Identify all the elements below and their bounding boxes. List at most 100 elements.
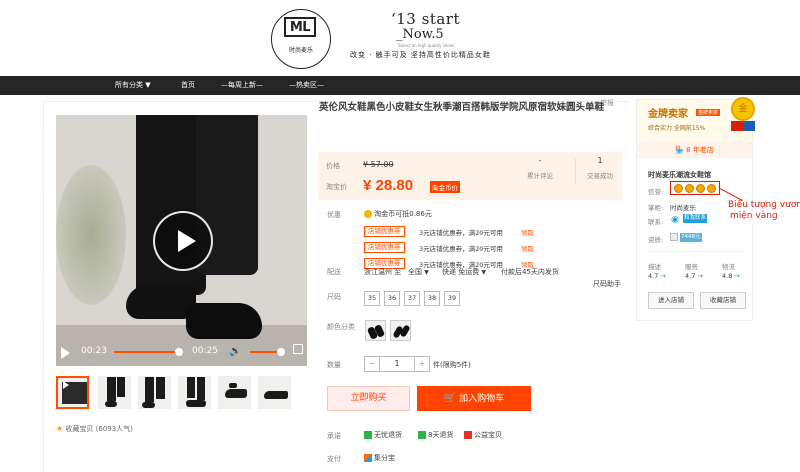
thumbnail-image[interactable] [178,376,211,409]
coupon-claim-link[interactable]: 领取 [521,227,534,237]
shop-age-label: 8 年老店 [686,146,714,154]
contact-seller-button[interactable]: 和我联系 [683,214,708,223]
crown-rating[interactable] [670,181,720,195]
coin-offer-text: 淘金币可抵0.86元 [374,210,432,218]
gold-medal-icon: 金 [731,97,755,121]
thumbnail-image[interactable] [258,376,291,409]
seller-divider [648,251,743,252]
payment-item[interactable]: 集分宝 [364,453,395,463]
guarantee-item[interactable]: 8天退货 [418,430,453,440]
quantity-input[interactable]: 1 [379,356,415,372]
thumbnail-video[interactable] [56,376,89,409]
price-box: 价格 ¥ 57.00 淘宝价 ¥ 28.80 淘金币价 - 累计评论 1 交易成… [318,152,622,200]
size-option[interactable]: 37 [404,291,420,306]
keeper-label: 掌柜: [648,204,664,212]
contact-label: 联系: [648,218,664,226]
nav-hot-sale[interactable]: —热卖区— [289,76,324,95]
qualification-deposit[interactable]: 7448元 [680,233,702,242]
favorite-label: 收藏宝贝 (6093人气) [65,425,133,433]
size-option[interactable]: 36 [384,291,400,306]
annotation-line1: Biểu tượng vương [728,200,800,210]
delivery-time: 付款后45天内发货 [501,268,559,276]
video-current-time: 00:23 [81,346,107,356]
guarantee-item-label: 无忧退货 [374,431,402,439]
worry-free-return-icon [364,431,372,439]
logo-subtitle: 时尚麦乐 [288,47,313,54]
qualification-label: 资质: [648,236,664,244]
guarantee-item-label: 公益宝贝 [474,431,502,439]
nav-weekly-new[interactable]: —每周上新— [221,76,263,95]
crown-icon [674,184,683,193]
gold-seller-tag: 金牌卖家 [696,109,721,116]
thumbnail-image[interactable] [138,376,171,409]
annotation-label: Biểu tượng vương miện vàng [728,200,800,222]
size-option[interactable]: 38 [424,291,440,306]
shipping-select[interactable]: 快递 免运费 ▼ [442,267,486,277]
crown-icon [685,184,694,193]
nav-home[interactable]: 首页 [181,76,195,95]
play-icon[interactable] [61,347,70,359]
video-shoe-right [186,303,262,339]
price-tag-badge: 淘金币价 [430,181,460,193]
color-option[interactable] [390,320,411,341]
arrow-right-icon: → [660,272,666,280]
video-progress-bar[interactable] [114,351,179,353]
shop-nav-bar: 所有分类 ▼ 首页 —每周上新— —热卖区— [0,76,800,95]
enter-shop-button[interactable]: 进入店铺 [648,292,694,309]
score-logistics-number: 4.8 [722,272,733,280]
caret-down-icon: ▼ [145,81,151,89]
coupon-text: 3元店铺优惠券，满20元可用 [419,229,503,237]
score-desc-value: 4.7 → [648,272,666,280]
guarantee-item[interactable]: 公益宝贝 [464,430,502,440]
sales-label: 交易成功 [587,172,613,180]
shop-name[interactable]: 时尚麦乐潮流女鞋馆 [648,170,711,180]
size-option[interactable]: 39 [444,291,460,306]
caret-down-icon: ▼ [424,269,429,276]
video-progress-knob[interactable] [175,348,183,356]
favorite-shop-button[interactable]: 收藏店铺 [700,292,746,309]
shop-age-badge: 🏪 8 年老店 [637,142,752,158]
volume-slider[interactable] [250,351,280,353]
banner-slogan-en: Select an high quality shoes [398,43,455,48]
gold-seller-title: 金牌卖家 [648,109,688,120]
score-service-label: 服务 [685,263,698,271]
keeper-value[interactable]: 时尚麦乐 [670,202,696,212]
thumbnail-image[interactable] [98,376,131,409]
reviews-label[interactable]: 累计评论 [520,170,560,180]
video-play-icon[interactable] [153,211,213,271]
coupon-text: 3元店铺优惠券，满20元可用 [419,245,503,253]
size-guide-link[interactable]: 尺码助手 [593,279,621,289]
favorite-item[interactable]: ★ 收藏宝贝 (6093人气) [56,424,133,434]
id-card-icon [670,233,678,241]
add-to-cart-button[interactable]: 🛒 加入购物车 [417,386,531,411]
color-option[interactable] [365,320,386,341]
shop-icon: 🏪 [675,146,684,154]
stats-divider [575,158,576,184]
volume-icon[interactable]: 🔈 [229,346,241,357]
current-price: ¥ 28.80 [363,177,414,194]
score-desc-label: 描述 [648,263,661,271]
size-option[interactable]: 35 [364,291,380,306]
thumbnail-image[interactable] [218,376,251,409]
banner-slogan-line2: _Now.5 [396,27,444,42]
quantity-increase-button[interactable]: + [414,356,430,372]
guarantee-item[interactable]: 无忧退货 [364,430,402,440]
payment-label: 支付 [327,455,341,463]
coupon-claim-link[interactable]: 领取 [521,243,534,253]
volume-knob[interactable] [277,348,285,356]
delivery-destination-select[interactable]: 全国 ▼ [408,267,429,277]
score-logistics-label: 物流 [722,263,735,271]
nav-all-categories[interactable]: 所有分类 ▼ [115,76,151,95]
star-icon: ★ [56,424,64,433]
quantity-unit: 件(限购5件) [433,361,471,369]
price-label: 价格 [326,162,340,170]
arrow-right-icon: → [734,272,740,280]
quantity-decrease-button[interactable]: − [364,356,380,372]
crown-icon [696,184,705,193]
return-8day-icon [418,431,426,439]
medal-ribbon-icon [731,121,755,131]
buy-now-button[interactable]: 立即购买 [327,386,410,411]
coin-icon [364,210,372,218]
fullscreen-icon[interactable] [293,344,303,354]
size-label: 尺码 [327,293,341,301]
